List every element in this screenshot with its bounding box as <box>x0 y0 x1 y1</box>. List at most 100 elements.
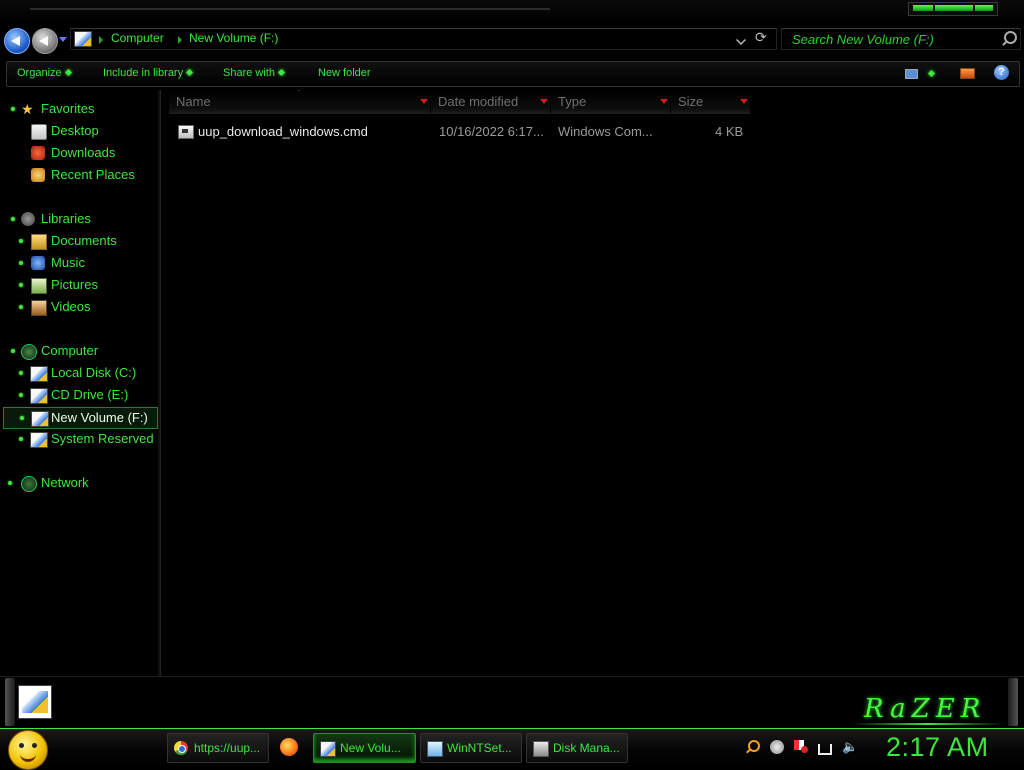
tray-status-icon[interactable] <box>770 740 784 754</box>
search-input[interactable] <box>790 30 1004 48</box>
expand-dot-icon[interactable] <box>11 107 15 111</box>
minimize-button[interactable] <box>913 5 933 11</box>
forward-button[interactable] <box>32 28 58 54</box>
organize-button[interactable]: Organize <box>17 67 72 79</box>
column-header-size[interactable]: Size <box>671 91 750 114</box>
change-view-icon[interactable] <box>905 69 918 79</box>
search-box[interactable] <box>781 28 1021 50</box>
expand-dot-icon[interactable] <box>19 261 23 265</box>
refresh-icon[interactable]: ⟳ <box>755 29 773 45</box>
view-dropdown-gem-icon[interactable] <box>927 69 936 78</box>
nav-item-label: Music <box>51 255 85 270</box>
column-filter-icon[interactable] <box>540 99 548 104</box>
column-header-name[interactable]: Name <box>169 91 430 114</box>
nav-item-music[interactable]: Music <box>8 253 153 273</box>
file-list-pane[interactable] <box>161 90 1024 676</box>
column-header-label: Type <box>558 94 587 109</box>
desktop-icon <box>31 124 47 140</box>
file-size: 4 KB <box>715 124 744 139</box>
expand-dot-icon[interactable] <box>19 305 23 309</box>
taskbar-button-chrome[interactable]: https://uup... <box>167 733 269 763</box>
recent-places-icon <box>31 168 45 182</box>
close-button[interactable] <box>975 5 993 11</box>
nav-computer[interactable]: Computer <box>8 341 153 361</box>
nav-item-desktop[interactable]: Desktop <box>8 121 153 141</box>
address-bar[interactable]: Computer New Volume (F:) <box>70 28 777 50</box>
nav-favorites[interactable]: ★ Favorites <box>8 99 153 119</box>
nav-item-label: Pictures <box>51 277 98 292</box>
new-folder-button[interactable]: New folder <box>318 67 371 79</box>
column-header-date-modified[interactable]: Date modified <box>431 91 550 114</box>
include-in-library-button[interactable]: Include in library <box>103 67 194 79</box>
action-center-flag-icon[interactable] <box>794 740 808 754</box>
nav-item-recent-places[interactable]: Recent Places <box>8 165 153 185</box>
details-pane-frame-right <box>1008 678 1018 726</box>
volume-icon[interactable]: 🔈 <box>842 740 858 754</box>
expand-dot-icon[interactable] <box>19 283 23 287</box>
nav-item-system-reserved[interactable]: System Reserved <box>8 429 154 449</box>
window-controls <box>908 2 998 16</box>
tray-search-icon[interactable] <box>746 740 760 754</box>
taskbar-button-label: New Volu... <box>340 741 401 755</box>
column-header-type[interactable]: Type <box>551 91 670 114</box>
firefox-icon[interactable] <box>280 738 298 756</box>
nav-item-videos[interactable]: Videos <box>8 297 153 317</box>
recent-pages-dropdown-icon[interactable] <box>59 37 67 42</box>
expand-dot-icon[interactable] <box>19 393 23 397</box>
expand-dot-icon[interactable] <box>11 217 15 221</box>
share-with-button[interactable]: Share with <box>223 67 286 79</box>
nav-network[interactable]: Network <box>3 473 153 493</box>
start-button[interactable] <box>8 730 48 770</box>
breadcrumb-new-volume[interactable]: New Volume (F:) <box>189 31 278 45</box>
nav-libraries[interactable]: Libraries <box>8 209 153 229</box>
network-tray-icon[interactable] <box>818 744 832 755</box>
file-date-modified: 10/16/2022 6:17... <box>439 124 544 139</box>
window-title-bar[interactable] <box>0 0 1024 25</box>
taskbar-button-disk-management[interactable]: Disk Mana... <box>526 733 628 763</box>
command-bar: Organize Include in library Share with N… <box>6 61 1020 87</box>
column-filter-icon[interactable] <box>420 99 428 104</box>
expand-dot-icon[interactable] <box>19 437 23 441</box>
column-filter-icon[interactable] <box>660 99 668 104</box>
nav-item-new-volume-f[interactable]: New Volume (F:) <box>3 407 158 429</box>
disk-management-icon <box>533 741 549 757</box>
nav-item-label: Recent Places <box>51 167 135 182</box>
title-bar-highlight <box>30 8 550 10</box>
breadcrumb-separator-icon[interactable] <box>99 36 103 44</box>
nav-item-cd-drive-e[interactable]: CD Drive (E:) <box>8 385 153 405</box>
taskbar-button-winntsetup[interactable]: WinNTSet... <box>420 733 522 763</box>
breadcrumb-computer[interactable]: Computer <box>111 31 164 45</box>
details-pane-frame-left <box>5 678 15 726</box>
file-row[interactable]: uup_download_windows.cmd 10/16/2022 6:17… <box>171 122 751 142</box>
taskbar-clock[interactable]: 2:17 AM <box>886 732 989 763</box>
maximize-button[interactable] <box>935 5 973 11</box>
nav-item-pictures[interactable]: Pictures <box>8 275 153 295</box>
nav-item-downloads[interactable]: Downloads <box>8 143 153 163</box>
nav-network-label: Network <box>41 475 89 490</box>
nav-item-documents[interactable]: Documents <box>8 231 153 251</box>
search-icon[interactable] <box>1004 31 1017 44</box>
nav-item-local-disk-c[interactable]: Local Disk (C:) <box>8 363 153 383</box>
breadcrumb-separator-icon[interactable] <box>178 36 182 44</box>
taskbar-button-label: WinNTSet... <box>447 741 512 755</box>
nav-libraries-label: Libraries <box>41 211 91 226</box>
setup-icon <box>427 741 443 757</box>
razer-logo-underline <box>852 723 1004 725</box>
expand-dot-icon[interactable] <box>20 416 24 420</box>
column-filter-icon[interactable] <box>740 99 748 104</box>
drive-icon <box>30 432 48 448</box>
preview-pane-icon[interactable] <box>960 68 975 79</box>
help-icon[interactable]: ? <box>994 65 1009 80</box>
computer-icon <box>21 344 37 360</box>
selected-drive-large-icon <box>18 685 52 719</box>
videos-icon <box>31 300 47 316</box>
pictures-icon <box>31 278 47 294</box>
expand-dot-icon[interactable] <box>19 239 23 243</box>
taskbar-button-explorer[interactable]: New Volu... <box>313 733 416 763</box>
expand-dot-icon[interactable] <box>11 349 15 353</box>
expand-dot-icon[interactable] <box>19 371 23 375</box>
back-button[interactable] <box>4 28 30 54</box>
network-icon <box>21 476 37 492</box>
expand-dot-icon[interactable] <box>8 481 12 485</box>
music-icon <box>31 256 45 270</box>
